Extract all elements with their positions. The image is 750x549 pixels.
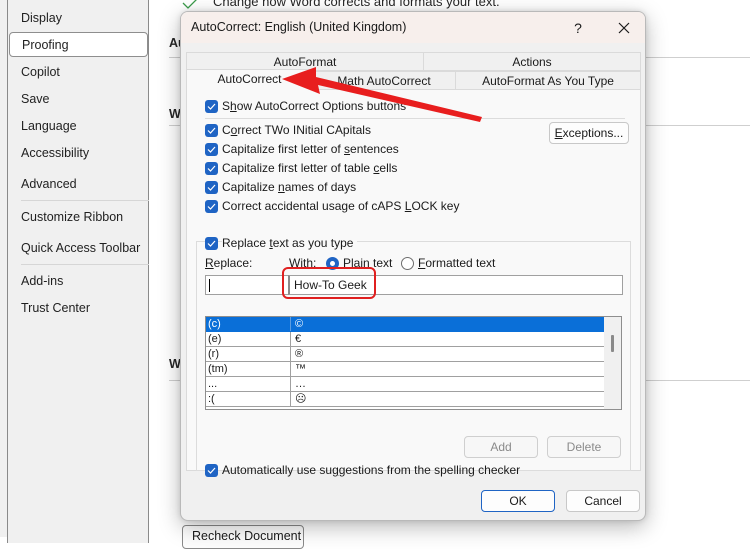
autocorrect-tab-panel: Show AutoCorrect Options buttons Correct… [186,89,641,477]
sidebar-item-save[interactable]: Save [8,87,148,112]
capitalize-days-checkbox[interactable] [205,181,218,194]
entry-with: ☹ [290,392,605,406]
entry-with: © [290,317,605,331]
sidebar-item-display[interactable]: Display [8,6,148,31]
tab-actions[interactable]: Actions [423,52,641,71]
capitalize-sentences-label: Capitalize first letter of sentences [222,142,399,156]
entry-replace: :( [208,393,215,405]
entry-with: … [290,377,605,391]
list-row[interactable]: (r) ® [206,347,605,362]
entry-with: ™ [290,362,605,376]
dialog-titlebar: AutoCorrect: English (United Kingdom) ? [181,12,645,43]
delete-button[interactable]: Delete [547,436,621,458]
sidebar-item-customize-ribbon[interactable]: Customize Ribbon [8,205,148,230]
capitalize-table-cells-label: Capitalize first letter of table cells [222,161,398,175]
formatted-text-radio[interactable] [401,257,414,270]
help-button[interactable]: ? [563,16,593,40]
sidebar-divider [21,264,149,265]
entry-replace: ... [208,378,218,390]
correct-two-initial-caps-checkbox[interactable] [205,124,218,137]
formatted-text-label: Formatted text [418,256,496,270]
options-divider [205,118,625,119]
entry-replace: (r) [208,348,219,360]
replace-input[interactable] [205,275,289,295]
text-caret [209,279,210,292]
caps-lock-label: Correct accidental usage of cAPS LOCK ke… [222,199,460,213]
sidebar-item-accessibility[interactable]: Accessibility [8,141,148,166]
close-button[interactable] [609,16,639,40]
entry-with: ® [290,347,605,361]
list-row[interactable]: (tm) ™ [206,362,605,377]
show-options-label: Show AutoCorrect Options buttons [222,99,407,113]
autocorrect-dialog: AutoCorrect: English (United Kingdom) ? … [180,11,646,521]
replace-label: Replace: [205,256,253,270]
replace-text-label: Replace text as you type [222,236,358,250]
entry-replace: (tm) [208,363,228,375]
check-icon [207,184,216,191]
capitalize-sentences-checkbox[interactable] [205,143,218,156]
auto-suggestions-checkbox[interactable] [205,464,218,477]
correct-two-initial-caps-label: Correct TWo INitial CApitals [222,123,371,137]
sidebar-item-copilot[interactable]: Copilot [8,60,148,85]
list-row[interactable]: :( ☹ [206,392,605,407]
caps-lock-checkbox[interactable] [205,200,218,213]
show-options-checkbox[interactable] [205,100,218,113]
capitalize-table-cells-checkbox[interactable] [205,162,218,175]
tab-autocorrect[interactable]: AutoCorrect [186,69,313,91]
sidebar-item-proofing[interactable]: Proofing [9,32,148,57]
sidebar-item-advanced[interactable]: Advanced [8,172,148,197]
check-icon [207,467,216,474]
check-icon [207,165,216,172]
scrollbar-thumb[interactable] [611,335,614,352]
sidebar-item-add-ins[interactable]: Add-ins [8,269,148,294]
auto-suggestions-label: Automatically use suggestions from the s… [222,463,521,477]
autocorrect-entries-list[interactable]: (c) © (e) € (r) ® (tm) ™ ... … :( ☹ [205,316,622,410]
entry-replace: (e) [208,333,222,345]
annotation-highlight-box [282,267,376,299]
entry-with: € [290,332,605,346]
close-icon [618,22,630,34]
list-row[interactable]: ... … [206,377,605,392]
dialog-title: AutoCorrect: English (United Kingdom) [191,20,407,34]
list-row[interactable]: (e) € [206,332,605,347]
options-sidebar: Display Proofing Copilot Save Language A… [7,0,149,543]
sidebar-divider [21,200,149,201]
sidebar-item-trust-center[interactable]: Trust Center [8,296,148,321]
tab-autoformat-as-you-type[interactable]: AutoFormat As You Type [455,71,641,90]
check-icon [207,127,216,134]
check-icon [207,103,216,110]
check-icon [207,240,216,247]
ok-button[interactable]: OK [481,490,555,512]
capitalize-days-label: Capitalize names of days [222,180,357,194]
check-icon [207,203,216,210]
add-button[interactable]: Add [464,436,538,458]
replace-text-checkbox[interactable] [205,237,218,250]
list-scrollbar[interactable] [604,317,621,409]
tab-math-autocorrect[interactable]: Math AutoCorrect [312,71,456,90]
exceptions-button[interactable]: Exceptions... [549,122,629,144]
list-row[interactable]: (c) © [206,317,605,332]
check-icon [207,146,216,153]
sidebar-item-language[interactable]: Language [8,114,148,139]
sidebar-item-quick-access-toolbar[interactable]: Quick Access Toolbar [8,236,148,261]
cancel-button[interactable]: Cancel [566,490,640,512]
recheck-document-button[interactable]: Recheck Document [182,525,304,549]
entry-replace: (c) [208,318,221,330]
proofing-description: Change how Word corrects and formats you… [213,0,500,9]
